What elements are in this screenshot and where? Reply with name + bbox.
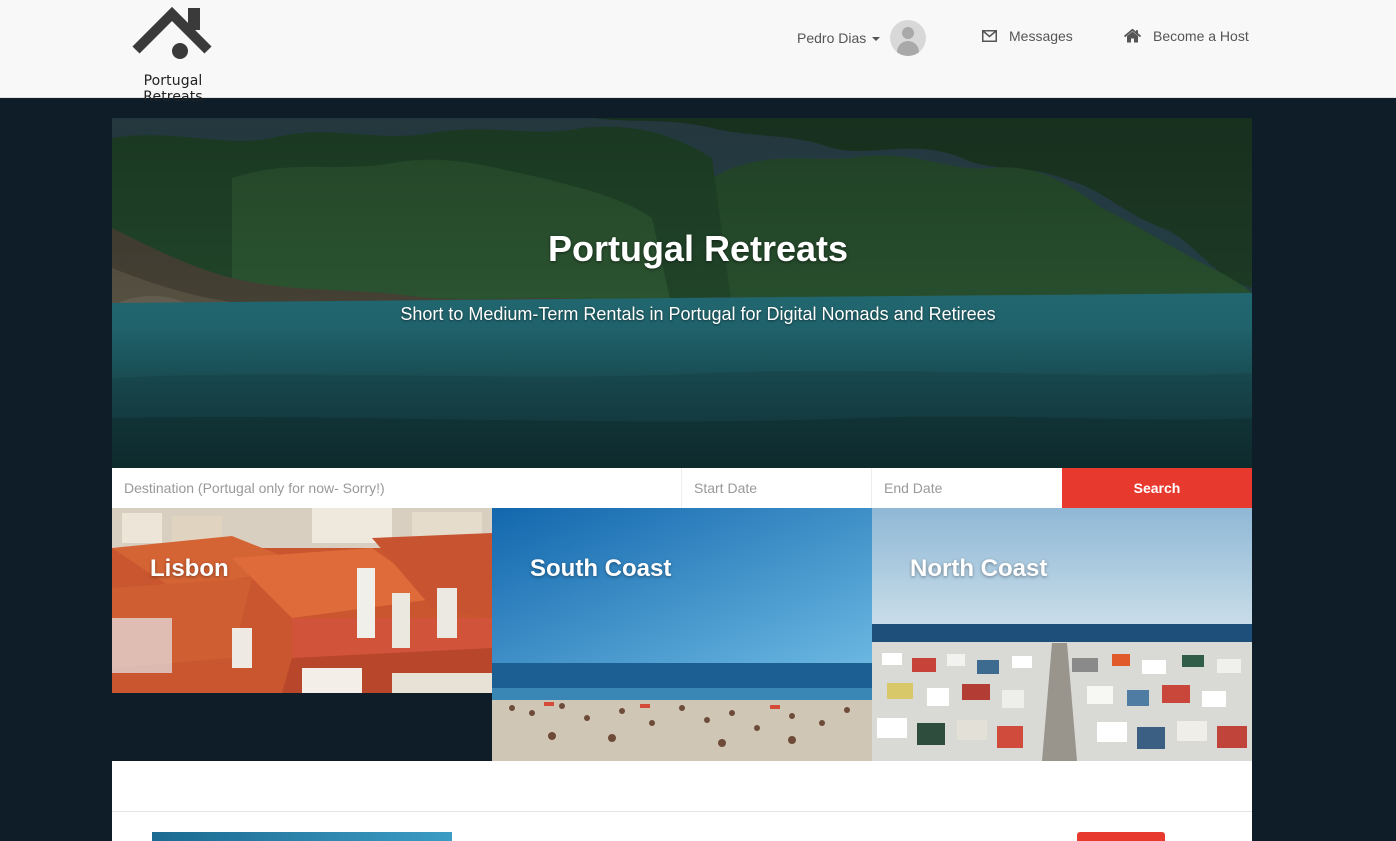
destination-tile-lisbon[interactable]: Lisbon xyxy=(112,508,492,693)
user-menu-toggle[interactable]: Pedro Dias xyxy=(797,20,927,56)
destination-tile-south-coast[interactable]: South Coast xyxy=(492,508,872,761)
logo-text: Portugal Retreats xyxy=(143,73,203,105)
avatar-head-shape xyxy=(902,27,915,39)
nav-messages-link[interactable]: Messages xyxy=(982,24,1073,48)
top-navbar: Portugal Retreats Pedro Dias Messages Be… xyxy=(0,0,1396,105)
nav-become-host-label: Become a Host xyxy=(1153,28,1249,44)
listing-action-badge[interactable] xyxy=(1077,832,1165,841)
start-date-input[interactable] xyxy=(682,468,872,508)
lisbon-rooftops-image xyxy=(112,508,492,693)
hero-subtitle: Short to Medium-Term Rentals in Portugal… xyxy=(400,304,996,324)
north-coast-town-image xyxy=(872,508,1252,761)
hero-coast-image xyxy=(112,118,1252,468)
south-coast-beach-image xyxy=(492,508,872,761)
avatar[interactable] xyxy=(890,20,927,56)
envelope-icon xyxy=(982,30,997,42)
nav-become-host-link[interactable]: Become a Host xyxy=(1124,24,1249,48)
house-logo-icon xyxy=(132,6,212,59)
hero-title: Portugal Retreats xyxy=(547,228,849,269)
section-divider xyxy=(112,811,1252,812)
destination-tile-north-coast[interactable]: North Coast xyxy=(872,508,1252,761)
destination-label-lisbon: Lisbon xyxy=(150,555,229,582)
listing-thumbnail[interactable] xyxy=(152,832,452,841)
user-name: Pedro Dias xyxy=(797,30,867,46)
destination-label-south-coast: South Coast xyxy=(530,555,672,582)
destination-input[interactable] xyxy=(112,468,682,508)
search-form: Search xyxy=(112,468,1252,508)
search-button[interactable]: Search xyxy=(1062,468,1252,508)
caret-down-icon xyxy=(872,37,881,41)
nav-messages-label: Messages xyxy=(1009,28,1073,44)
home-icon xyxy=(1124,29,1141,43)
site-logo[interactable]: Portugal Retreats xyxy=(113,4,233,105)
listings-panel xyxy=(112,761,1252,841)
avatar-body-shape xyxy=(897,41,920,56)
destination-label-north-coast: North Coast xyxy=(910,555,1048,582)
hero-banner xyxy=(112,118,1252,468)
end-date-input[interactable] xyxy=(872,468,1062,508)
